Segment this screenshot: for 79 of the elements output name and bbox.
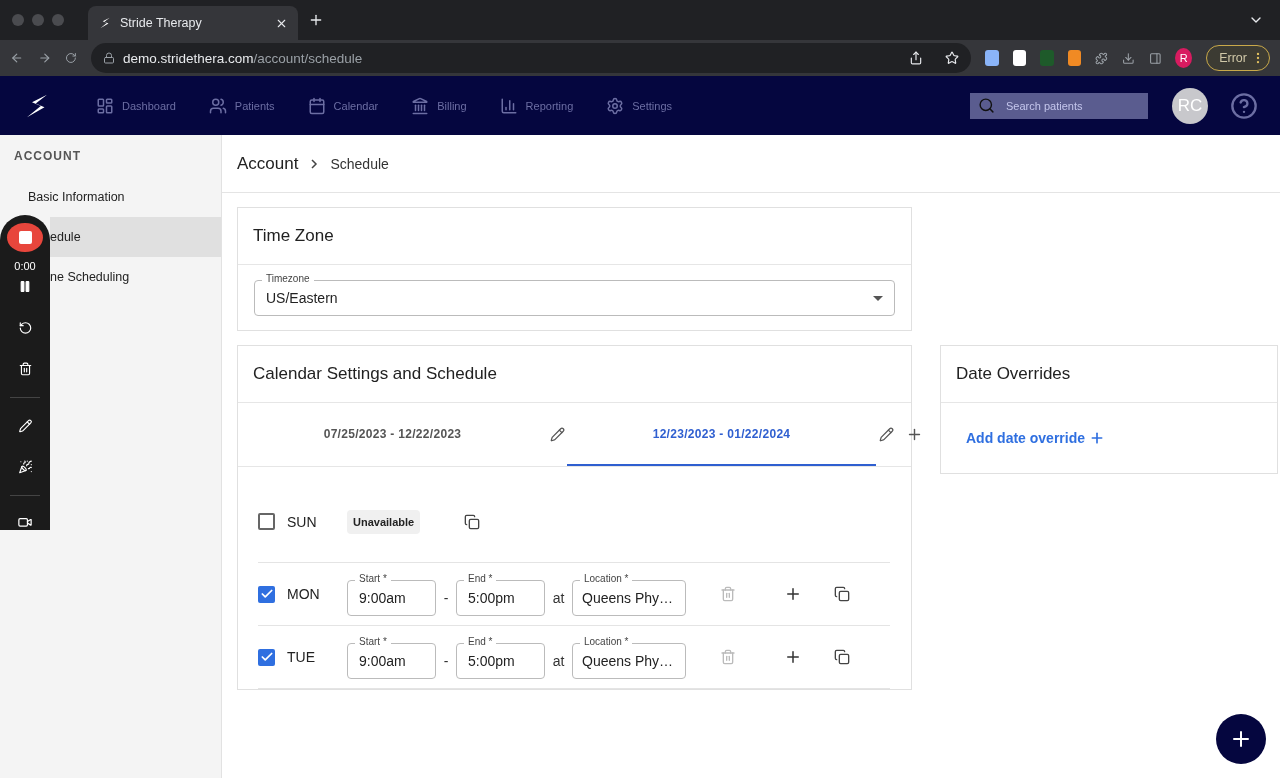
calendar-icon	[307, 96, 326, 115]
day-checkbox[interactable]	[258, 585, 275, 603]
period-tab[interactable]: 12/23/2023 - 01/22/2024	[567, 403, 876, 466]
profile-avatar[interactable]: R	[1175, 48, 1193, 68]
forward-icon[interactable]	[37, 50, 52, 66]
error-button[interactable]: Error	[1206, 45, 1270, 71]
end-time-field[interactable]: End * 5:00pm	[456, 635, 545, 679]
start-time-field[interactable]: Start * 9:00am	[347, 635, 436, 679]
extension-icon[interactable]	[1067, 50, 1082, 66]
day-label: MON	[287, 586, 321, 602]
star-icon[interactable]	[944, 51, 959, 65]
browser-tab[interactable]: Stride Therapy	[88, 6, 298, 40]
copy-icon[interactable]	[834, 649, 850, 665]
breadcrumb-link[interactable]: Account	[237, 153, 299, 174]
dash-text: -	[442, 652, 450, 669]
help-icon[interactable]	[1230, 91, 1258, 120]
dashboard-icon	[96, 96, 114, 115]
nav-link[interactable]: Dashboard	[96, 96, 176, 115]
sidebar-heading: ACCOUNT	[13, 149, 82, 165]
new-tab-icon[interactable]	[308, 12, 324, 28]
unavailable-label: Unavailable	[347, 509, 421, 534]
search-icon	[978, 96, 995, 114]
card-title: Date Overrides	[941, 346, 1277, 403]
sidebar-item[interactable]: edule	[50, 217, 221, 257]
download-icon[interactable]	[1121, 50, 1135, 66]
timezone-select[interactable]: Timezone US/Eastern	[254, 273, 895, 316]
day-label: SUN	[287, 513, 318, 530]
bank-icon	[411, 96, 430, 115]
url-text: demo.stridethera.com/account/schedule	[122, 50, 363, 66]
card-title: Calendar Settings and Schedule	[238, 346, 911, 403]
location-field[interactable]: Location * Queens Phy…	[572, 572, 686, 616]
party-popper-icon[interactable]	[16, 460, 34, 475]
nav-link[interactable]: Calendar	[307, 96, 379, 115]
day-checkbox[interactable]	[258, 513, 275, 530]
card-title: Time Zone	[238, 208, 911, 265]
sidebar-item[interactable]: Basic Information	[0, 177, 221, 217]
address-bar[interactable]: demo.stridethera.com/account/schedule	[90, 43, 971, 73]
logo-icon	[98, 16, 112, 30]
edit-icon[interactable]	[878, 427, 894, 442]
location-field[interactable]: Location * Queens Phy…	[572, 635, 686, 679]
add-override-link[interactable]: Add date override	[966, 430, 1277, 446]
recording-time: 0:00	[14, 260, 36, 273]
search-field[interactable]: Search patients	[970, 92, 1148, 119]
edit-icon[interactable]	[549, 427, 565, 442]
add-icon[interactable]	[784, 648, 802, 666]
dash-text: -	[442, 589, 450, 606]
bar-chart-icon	[499, 96, 518, 115]
settings-icon	[606, 96, 625, 115]
pencil-icon[interactable]	[16, 418, 34, 433]
people-icon	[208, 96, 227, 115]
reload-icon[interactable]	[65, 51, 77, 65]
start-time-field[interactable]: Start * 9:00am	[347, 572, 436, 616]
nav-link[interactable]: Reporting	[499, 96, 574, 115]
stop-button[interactable]	[7, 223, 43, 253]
at-text: at	[551, 652, 566, 669]
period-tab[interactable]: 07/25/2023 - 12/22/2023	[238, 403, 547, 466]
back-icon[interactable]	[10, 50, 24, 66]
copy-icon[interactable]	[834, 586, 850, 602]
end-time-field[interactable]: End * 5:00pm	[456, 572, 545, 616]
chevron-right-icon	[310, 158, 319, 169]
lock-icon	[102, 52, 115, 64]
nav-link[interactable]: Patients	[208, 96, 275, 115]
nav-link[interactable]: Settings	[606, 96, 673, 115]
puzzle-icon[interactable]	[1095, 50, 1108, 66]
nav-link[interactable]: Billing	[411, 96, 467, 115]
at-text: at	[551, 589, 566, 606]
day-checkbox[interactable]	[258, 648, 275, 666]
add-icon[interactable]	[784, 585, 802, 603]
add-fab[interactable]	[1216, 714, 1266, 764]
breadcrumb-current: Schedule	[330, 155, 389, 172]
copy-icon[interactable]	[464, 513, 481, 530]
extension-icon[interactable]	[984, 50, 999, 66]
dropdown-arrow-icon	[873, 295, 883, 301]
sidebar-item[interactable]: ne Scheduling	[50, 257, 221, 297]
share-icon[interactable]	[908, 51, 923, 65]
side-panel-icon[interactable]	[1148, 50, 1162, 66]
video-camera-icon[interactable]	[16, 515, 34, 530]
day-label: TUE	[287, 649, 316, 665]
extension-icon[interactable]	[1012, 50, 1027, 66]
